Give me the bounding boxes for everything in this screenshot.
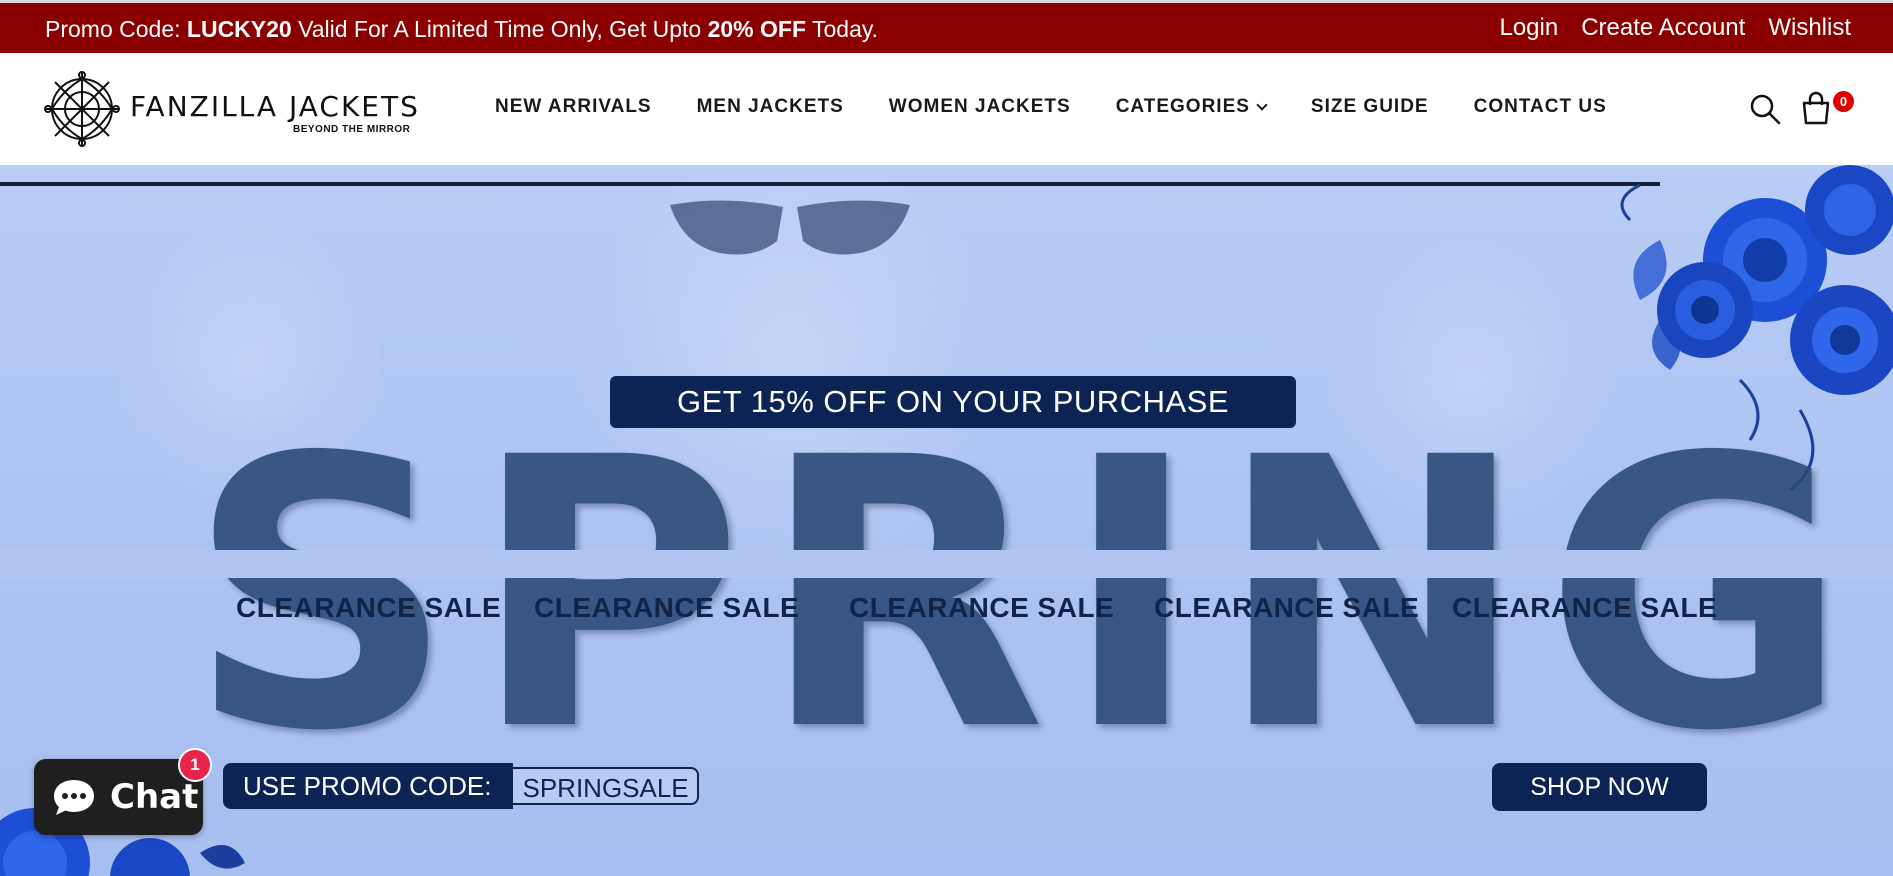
- hero-banner[interactable]: GET 15% OFF ON YOUR PURCHASE SPRING CLEA…: [0, 165, 1893, 876]
- clearance-sale-label: CLEARANCE SALE: [1452, 592, 1718, 623]
- clearance-sale-label: CLEARANCE SALE: [236, 592, 502, 623]
- wishlist-link[interactable]: Wishlist: [1768, 14, 1851, 42]
- login-link[interactable]: Login: [1499, 14, 1558, 42]
- create-account-link[interactable]: Create Account: [1581, 14, 1745, 42]
- promo-code-value: SPRINGSALE: [513, 767, 699, 805]
- promo-bar: Promo Code: LUCKY20 Valid For A Limited …: [0, 0, 1893, 53]
- promo-middle: Valid For A Limited Time Only, Get Upto: [291, 16, 708, 42]
- promo-prefix: Promo Code:: [45, 16, 187, 42]
- promo-text: Promo Code: LUCKY20 Valid For A Limited …: [45, 16, 878, 43]
- promo-code-box: USE PROMO CODE: SPRINGSALE: [223, 763, 699, 809]
- chat-bubble-icon: [54, 780, 94, 815]
- headline-band: [0, 550, 1893, 578]
- chat-notification-badge: 1: [178, 748, 212, 782]
- clearance-sale-label: CLEARANCE SALE: [849, 592, 1115, 623]
- promo-discount: 20% OFF: [707, 16, 807, 42]
- shopping-bag-icon[interactable]: [1799, 91, 1833, 125]
- chat-button[interactable]: Chat: [34, 759, 203, 835]
- logo-mark-icon: [44, 71, 120, 147]
- hero-divider: [0, 182, 1660, 186]
- promo-code-label: USE PROMO CODE:: [223, 763, 514, 809]
- nav-new-arrivals[interactable]: NEW ARRIVALS: [495, 96, 652, 118]
- site-header: FANZILLA JACKETS BEYOND THE MIRROR NEW A…: [0, 53, 1893, 165]
- cart-count-badge: 0: [1833, 91, 1854, 112]
- nav-men-jackets[interactable]: MEN JACKETS: [697, 96, 844, 118]
- chevron-down-icon: [1256, 98, 1268, 111]
- clearance-sale-label: CLEARANCE SALE: [1154, 592, 1420, 623]
- sunglasses-graphic: [670, 200, 910, 255]
- nav-women-jackets[interactable]: WOMEN JACKETS: [889, 96, 1071, 118]
- nav-categories-label: CATEGORIES: [1115, 96, 1250, 117]
- promo-suffix: Today.: [806, 16, 879, 42]
- logo[interactable]: FANZILLA JACKETS BEYOND THE MIRROR: [43, 70, 418, 148]
- clearance-sale-label: CLEARANCE SALE: [534, 592, 800, 623]
- main-nav: NEW ARRIVALS MEN JACKETS WOMEN JACKETS C…: [495, 96, 1607, 118]
- promo-code: LUCKY20: [186, 16, 292, 42]
- chat-label: Chat: [110, 777, 199, 817]
- search-icon[interactable]: [1749, 93, 1781, 125]
- logo-tagline: BEYOND THE MIRROR: [293, 124, 411, 135]
- nav-categories[interactable]: CATEGORIES: [1115, 96, 1268, 118]
- clearance-row: CLEARANCE SALE CLEARANCE SALE CLEARANCE …: [0, 592, 1893, 632]
- logo-name: FANZILLA JACKETS: [130, 90, 420, 123]
- shop-now-button[interactable]: SHOP NOW: [1492, 763, 1707, 811]
- nav-size-guide[interactable]: SIZE GUIDE: [1311, 96, 1429, 118]
- nav-contact-us[interactable]: CONTACT US: [1474, 96, 1607, 118]
- account-links: Login Create Account Wishlist: [1499, 14, 1851, 42]
